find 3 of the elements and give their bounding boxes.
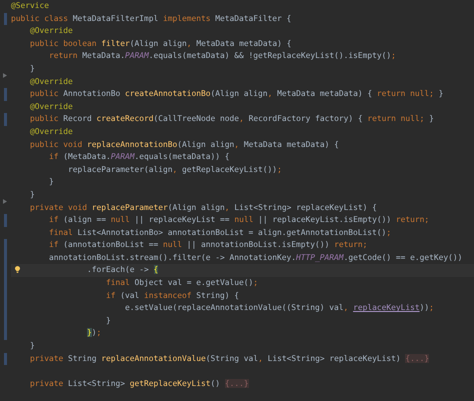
fold-arrow-icon[interactable] — [3, 198, 7, 204]
fold-arrow-icon[interactable] — [3, 72, 7, 78]
lightbulb-icon[interactable] — [15, 266, 20, 274]
